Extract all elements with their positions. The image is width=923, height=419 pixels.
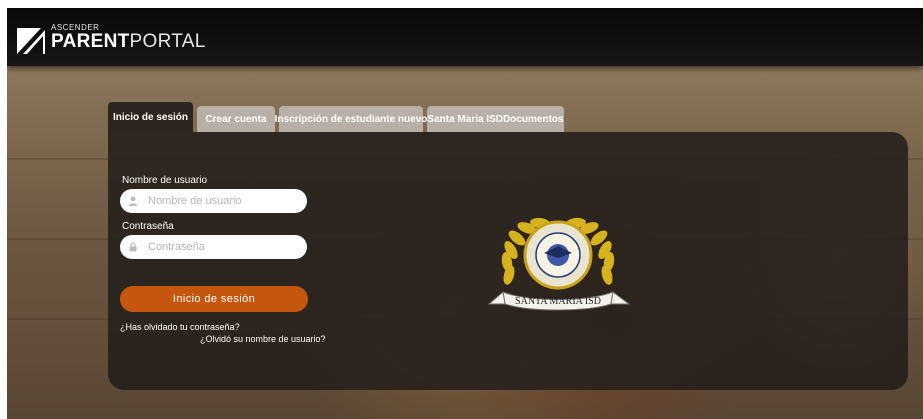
password-field-wrapper <box>120 235 307 259</box>
tab-documentos[interactable]: Santa Maria ISDDocumentos <box>427 106 564 132</box>
user-icon <box>120 196 146 206</box>
username-input[interactable] <box>146 194 300 208</box>
ascender-logo-icon <box>17 28 45 54</box>
logo-parent: PARENT <box>51 31 130 52</box>
password-input[interactable] <box>146 240 300 254</box>
tab-inscripcion[interactable]: Inscripción de estudiante nuevo <box>275 106 427 132</box>
username-label: Nombre de usuario <box>122 175 208 186</box>
password-label: Contraseña <box>122 221 174 232</box>
seal-banner-text: SANTA MARIA ISD <box>515 296 601 307</box>
login-panel: Nombre de usuario Contraseña Inicio de s… <box>108 132 908 390</box>
logo-parent-portal: PARENTPORTAL <box>51 31 206 53</box>
logo-portal: PORTAL <box>129 31 206 52</box>
forgot-username-link[interactable]: ¿Olvidó su nombre de usuario? <box>200 334 326 344</box>
forgot-password-link[interactable]: ¿Has olvidado tu contraseña? <box>120 322 240 332</box>
tab-inicio-de-sesion[interactable]: Inicio de sesión <box>108 102 193 132</box>
app-header: ASCENDER PARENTPORTAL <box>7 8 923 66</box>
username-field-wrapper <box>120 189 307 213</box>
login-button[interactable]: Inicio de sesión <box>120 286 308 312</box>
district-seal-icon: SANTA MARIA ISD <box>487 217 631 311</box>
lock-icon <box>120 242 146 252</box>
tab-crear-cuenta[interactable]: Crear cuenta <box>197 106 275 132</box>
background-photo: ASCENDER PARENTPORTAL Inicio de sesión C… <box>7 8 923 419</box>
